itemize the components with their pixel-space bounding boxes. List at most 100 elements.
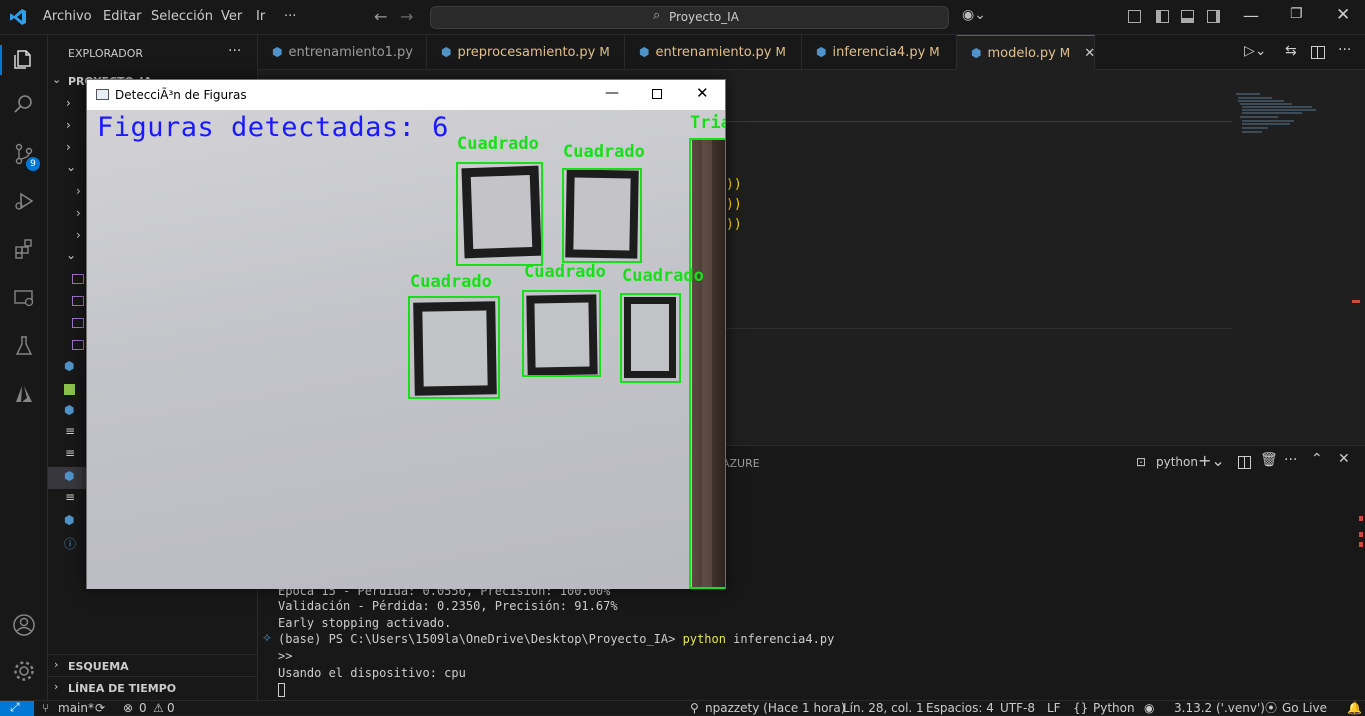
end-of-line[interactable]: LF [1047, 701, 1061, 716]
text-file-icon: ≡ [65, 424, 76, 438]
menu-ver[interactable]: Ver [221, 9, 242, 24]
search-icon[interactable] [12, 93, 36, 117]
terminal-line-6: Usando el dispositivo: cpu [278, 666, 466, 680]
editor-more-icon[interactable]: ··· [1338, 42, 1351, 58]
tab-label: preprocesamiento.py [457, 45, 596, 60]
detection-window[interactable]: DetecciÃ³n de Figuras — ✕ Cuadrado Cuadr… [86, 79, 726, 589]
menu-editar[interactable]: Editar [103, 9, 142, 24]
new-terminal-icon[interactable]: +⌄ [1198, 451, 1225, 470]
terminal-line-3: Early stopping activado. [278, 616, 452, 630]
source-control-icon[interactable]: 9 [12, 143, 40, 171]
split-terminal-icon[interactable] [1238, 456, 1251, 469]
maximize-panel-icon[interactable]: ⌃ [1311, 451, 1323, 467]
error-count[interactable]: 0 [139, 701, 147, 716]
minimize-icon[interactable]: — [1243, 6, 1259, 25]
app-window-icon [96, 89, 109, 100]
window-minimize-icon[interactable]: — [605, 85, 619, 101]
panel-more-icon[interactable]: ··· [1284, 452, 1297, 468]
image-file-icon [72, 318, 84, 328]
notifications-bell-icon[interactable]: 🔔 [1347, 701, 1362, 716]
image-file-icon [72, 274, 84, 284]
back-arrow-icon[interactable]: ← [374, 7, 387, 26]
testing-flask-icon[interactable] [12, 335, 36, 359]
tab-entrenamiento[interactable]: ⬢ entrenamiento.py M [625, 35, 802, 70]
minimap[interactable] [1232, 90, 1352, 150]
settings-gear-icon[interactable] [12, 659, 36, 683]
toggle-panel-icon[interactable] [1181, 10, 1194, 23]
camera-frame: Cuadrado Cuadrado Cuadrado Cuadrado Cuad… [87, 110, 725, 589]
language-mode[interactable]: Python [1093, 701, 1135, 716]
menu-more[interactable]: ··· [284, 9, 296, 24]
explorer-more-icon[interactable]: ··· [228, 43, 241, 59]
panel-tab-azure[interactable]: AZURE [722, 457, 760, 470]
git-blame[interactable]: npazzety (Hace 1 hora) [705, 701, 845, 716]
tab-modelo-active[interactable]: ⬢ modelo.py M ✕ [957, 35, 1095, 71]
warning-count[interactable]: 0 [167, 701, 175, 716]
detection-label-6: Trian [690, 113, 725, 133]
restore-icon[interactable]: ❐ [1290, 6, 1303, 22]
remote-indicator[interactable]: ⤢ [0, 700, 34, 716]
tab-preprocesamiento[interactable]: ⬢ preprocesamiento.py M [427, 35, 625, 70]
detection-window-titlebar[interactable]: DetecciÃ³n de Figuras — ✕ [87, 80, 725, 110]
compare-changes-icon[interactable]: ⇆ [1285, 43, 1297, 59]
close-tab-icon[interactable]: ✕ [1084, 46, 1095, 61]
command-center-search[interactable]: ⌕ Proyecto_IA [430, 6, 949, 29]
branch-name[interactable]: main* [58, 701, 94, 716]
detection-label-5: Cuadrado [622, 266, 704, 286]
terminal-cursor [278, 683, 285, 697]
menu-ir[interactable]: Ir [256, 9, 265, 24]
menu-seleccion[interactable]: Selección [151, 9, 213, 24]
outline-section[interactable]: › ESQUEMA [48, 654, 258, 676]
menu-archivo[interactable]: Archivo [43, 9, 92, 24]
python-file-icon: ⬢ [64, 513, 75, 527]
window-maximize-icon[interactable] [652, 89, 662, 99]
timeline-section[interactable]: › LÍNEA DE TIEMPO [48, 676, 258, 698]
sync-icon[interactable]: ⟳ [95, 701, 105, 716]
extensions-icon[interactable] [12, 238, 36, 262]
explorer-icon[interactable] [12, 48, 36, 72]
indentation[interactable]: Espacios: 4 [926, 701, 994, 716]
go-live-button[interactable]: Go Live [1282, 701, 1327, 716]
encoding[interactable]: UTF-8 [1000, 701, 1035, 716]
azure-icon[interactable] [12, 383, 36, 407]
accounts-icon[interactable] [12, 613, 36, 637]
detection-label-2: Cuadrado [563, 142, 645, 162]
tab-entrenamiento1[interactable]: ⬢ entrenamiento1.py [258, 35, 427, 70]
kill-terminal-trash-icon[interactable]: 🗑 [1260, 452, 1278, 468]
active-indicator [0, 45, 2, 75]
bracket-fragment-3: )) [726, 217, 742, 232]
copilot-status-icon[interactable]: ◉ [1144, 701, 1154, 716]
tab-label: modelo.py [987, 46, 1056, 61]
terminal-name[interactable]: python [1156, 455, 1198, 469]
customize-layout-icon[interactable] [1128, 10, 1141, 23]
forward-arrow-icon[interactable]: → [400, 7, 413, 26]
close-panel-icon[interactable]: ✕ [1338, 451, 1350, 467]
close-window-icon[interactable]: ✕ [1336, 5, 1350, 25]
cursor-position[interactable]: Lín. 28, col. 1 [843, 701, 924, 716]
toggle-sidebar-icon[interactable] [1156, 10, 1169, 23]
remote-explorer-icon[interactable] [12, 287, 36, 311]
run-debug-icon[interactable] [12, 190, 36, 214]
bounding-box-6 [689, 138, 725, 589]
tab-inferencia4[interactable]: ⬢ inferencia4.py M [802, 35, 957, 70]
tab-label: entrenamiento1.py [288, 45, 413, 60]
detection-label-1: Cuadrado [457, 134, 539, 154]
copilot-icon[interactable]: ◉⌄ [962, 7, 986, 23]
python-interpreter[interactable]: 3.13.2 ('.venv') [1174, 701, 1265, 716]
toggle-secondary-sidebar-icon[interactable] [1207, 10, 1220, 23]
prompt-arg: inferencia4.py [725, 632, 835, 646]
prompt-command: python [682, 632, 726, 646]
detection-label-3: Cuadrado [410, 272, 492, 292]
run-python-icon[interactable]: ▷⌄ [1244, 43, 1267, 59]
terminal-decoration-icon: ✧ [262, 631, 273, 645]
table-file-icon [64, 384, 75, 395]
split-editor-icon[interactable] [1311, 46, 1325, 59]
bounding-box-4 [522, 290, 601, 377]
window-close-icon[interactable]: ✕ [696, 84, 709, 102]
python-file-icon: ⬢ [816, 45, 827, 59]
modified-badge: M [1059, 46, 1071, 60]
command-center-title: Proyecto_IA [669, 10, 739, 24]
bracket-fragment-2: )) [726, 197, 742, 212]
errors-icon: ⊗ [123, 701, 134, 715]
detection-label-4: Cuadrado [524, 262, 606, 282]
